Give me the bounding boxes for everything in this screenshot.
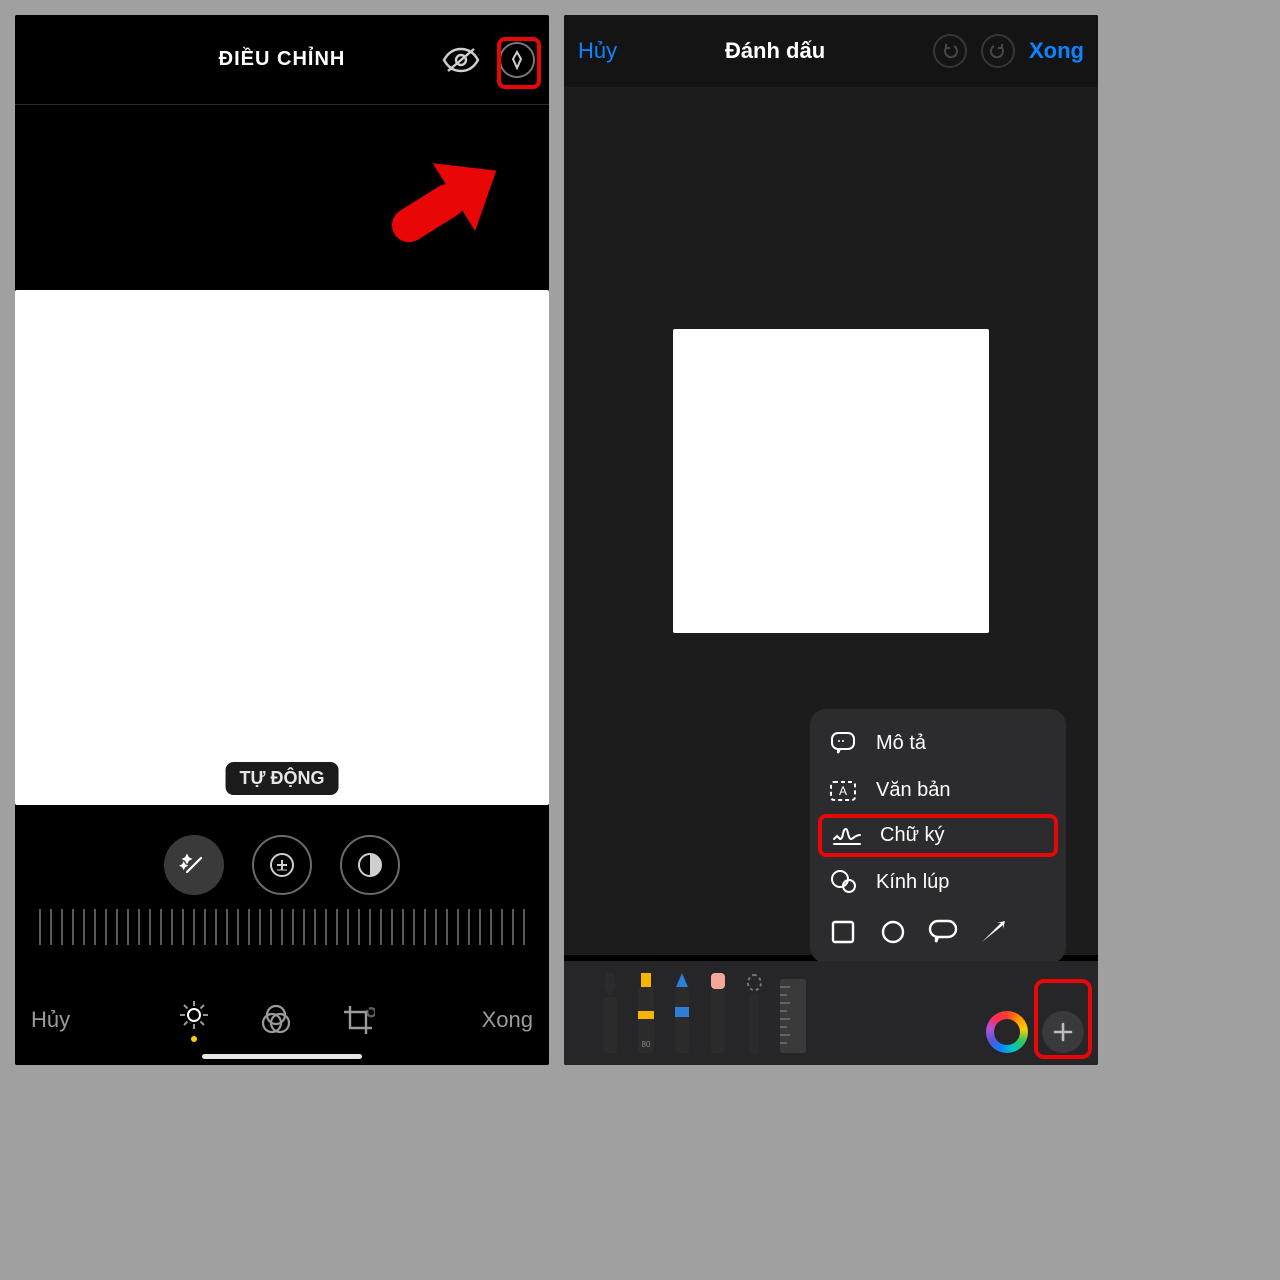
shape-rectangle-icon[interactable] [828, 917, 858, 947]
popup-item-signature[interactable]: Chữ ký [822, 818, 1054, 853]
popup-item-label: Kính lúp [876, 871, 949, 894]
brilliance-button[interactable] [340, 835, 400, 895]
canvas-area [15, 105, 549, 805]
popup-item-label: Mô tả [876, 732, 926, 755]
markup-button[interactable] [499, 42, 535, 78]
eraser-tool[interactable] [704, 973, 732, 1053]
done-button[interactable]: Xong [1029, 38, 1084, 64]
pen-tool[interactable] [596, 973, 624, 1053]
add-element-popup: Mô tả A Văn bản Chữ ký [810, 709, 1066, 963]
markup-canvas[interactable] [673, 329, 989, 633]
signature-icon [832, 825, 862, 847]
color-picker-button[interactable] [986, 1011, 1028, 1053]
pen-tray: 80 [596, 973, 810, 1053]
marker-tool[interactable]: 80 [632, 973, 660, 1053]
edit-header: ĐIỀU CHỈNH [15, 15, 549, 105]
ruler-tool[interactable] [776, 973, 810, 1053]
filters-tab[interactable] [259, 1003, 293, 1037]
svg-text:A: A [839, 784, 847, 798]
description-icon [828, 731, 858, 755]
edit-bottom-bar: Hủy [15, 975, 549, 1065]
popup-item-magnifier[interactable]: Kính lúp [810, 857, 1066, 907]
adjust-ticks[interactable] [39, 909, 525, 945]
textbox-icon: A [828, 780, 858, 802]
undo-icon[interactable] [933, 34, 967, 68]
header-title: ĐIỀU CHỈNH [219, 48, 346, 71]
shape-arrow-icon[interactable] [978, 917, 1008, 947]
photo-canvas[interactable] [15, 290, 549, 805]
annotation-highlight-signature: Chữ ký [818, 814, 1058, 857]
pencil-tool[interactable] [668, 973, 696, 1053]
markup-header: Hủy Đánh dấu Xong [564, 15, 1098, 87]
adjust-tool-row [15, 815, 549, 915]
shape-circle-icon[interactable] [878, 917, 908, 947]
markup-toolbar: 80 [564, 961, 1098, 1065]
header-title: Đánh dấu [725, 38, 825, 64]
shape-speechbubble-icon[interactable] [928, 917, 958, 947]
edit-photo-screen: ĐIỀU CHỈNH TỰ ĐỘNG [15, 15, 549, 1065]
popup-item-label: Văn bản [876, 779, 951, 802]
lasso-tool[interactable] [740, 973, 768, 1053]
magnifier-icon [828, 869, 858, 895]
hide-original-icon[interactable] [441, 40, 481, 80]
adjust-tab[interactable] [177, 998, 211, 1042]
cancel-button[interactable]: Hủy [31, 1007, 70, 1033]
done-button[interactable]: Xong [482, 1007, 533, 1033]
exposure-button[interactable] [252, 835, 312, 895]
add-element-button[interactable] [1042, 1011, 1084, 1053]
auto-label: TỰ ĐỘNG [226, 762, 339, 795]
popup-item-description[interactable]: Mô tả [810, 719, 1066, 767]
home-indicator [202, 1054, 362, 1059]
popup-shape-row [810, 907, 1066, 953]
markup-screen: Hủy Đánh dấu Xong Mô tả [564, 15, 1098, 1065]
cancel-button[interactable]: Hủy [578, 38, 617, 64]
popup-item-label: Chữ ký [880, 824, 945, 847]
auto-enhance-button[interactable] [164, 835, 224, 895]
svg-text:80: 80 [642, 1040, 651, 1049]
popup-item-text[interactable]: A Văn bản [810, 767, 1066, 814]
crop-tab[interactable] [341, 1003, 375, 1037]
redo-icon[interactable] [981, 34, 1015, 68]
